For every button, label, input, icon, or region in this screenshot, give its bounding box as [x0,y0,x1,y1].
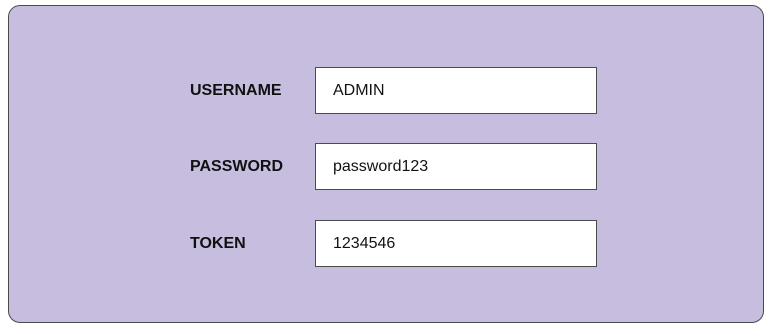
password-row: PASSWORD [9,143,763,190]
username-label: USERNAME [190,82,282,99]
token-label: TOKEN [190,235,246,252]
password-input[interactable] [315,143,597,190]
password-label: PASSWORD [190,158,284,175]
token-row: TOKEN [9,220,763,267]
login-form-panel: USERNAME PASSWORD TOKEN [8,5,764,323]
token-input[interactable] [315,220,597,267]
username-row: USERNAME [9,67,763,114]
username-input[interactable] [315,67,597,114]
